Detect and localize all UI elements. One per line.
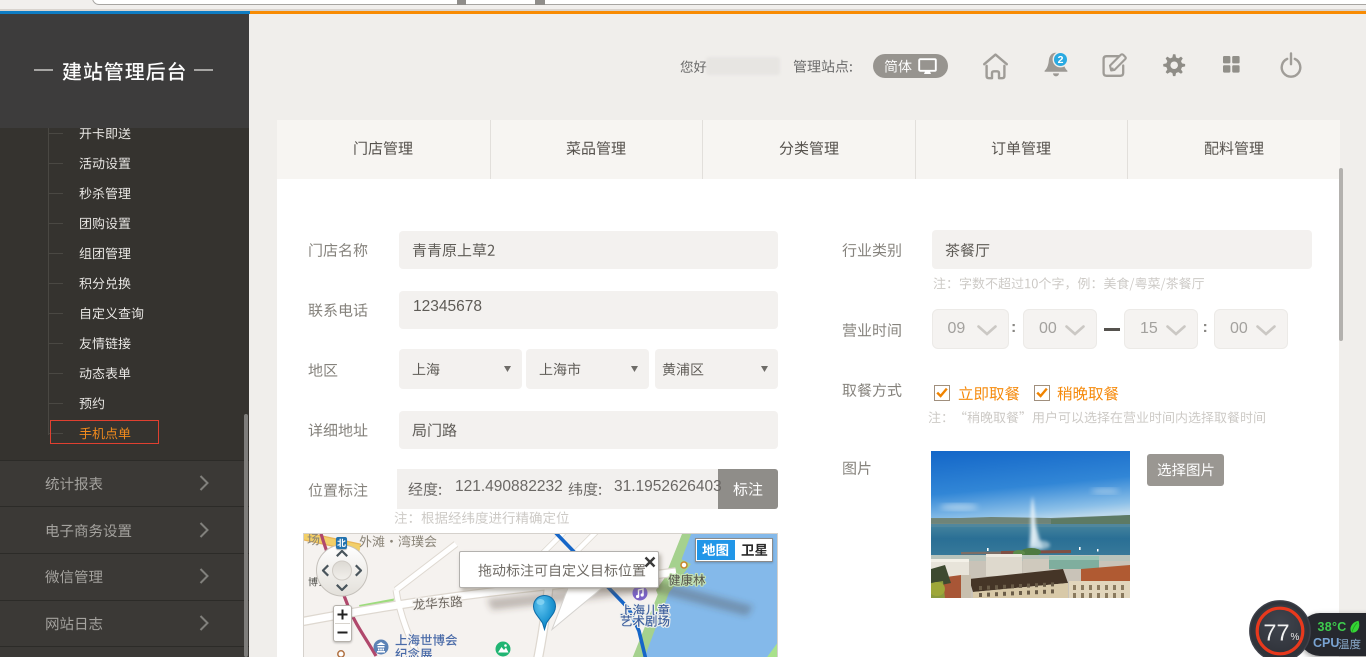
- svg-text:2: 2: [1058, 54, 1064, 66]
- svg-text:77: 77: [1263, 620, 1289, 646]
- svg-text:%: %: [1291, 632, 1300, 643]
